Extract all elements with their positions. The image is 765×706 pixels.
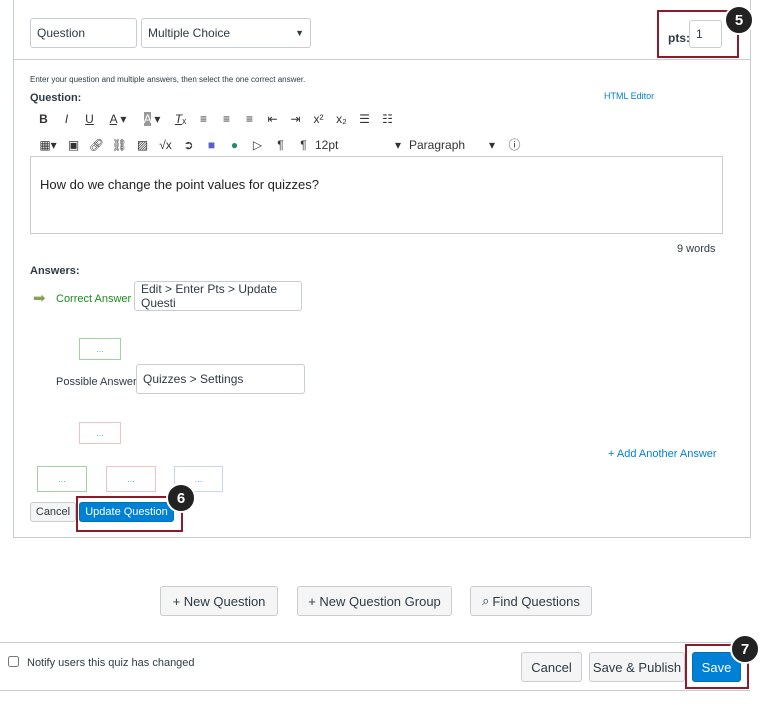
notify-users-label: Notify users this quiz has changed <box>27 657 195 669</box>
accessibility-checker-icon[interactable]: ⓘ <box>503 136 526 153</box>
search-icon: ⌕ <box>482 593 490 608</box>
toolbar-row-1: BIUA ▾ A ▾ Tₓ ≡ ≡ ≡ ⇤ ⇥ x² x₂ ☰ ☷ <box>32 112 399 126</box>
pts-label: pts: <box>668 31 690 45</box>
toolbar-row-2: ▦▾ ▣ 🔗︎ ⛓ ▨ √x ➲ ■ ● ▷ ¶ ¶ 12pt ▾ Paragraph ▾ ⓘ <box>34 136 526 153</box>
clear-formatting-icon[interactable]: Tₓ <box>169 112 192 126</box>
callout-badge-5: 5 <box>724 5 754 35</box>
ltr-icon[interactable]: ¶ <box>269 138 292 152</box>
question-label: Question: <box>30 92 82 104</box>
question-type-value: Multiple Choice <box>148 26 231 40</box>
points-input[interactable]: 1 <box>689 20 722 48</box>
html-editor-link[interactable]: HTML Editor <box>604 91 654 101</box>
align-center-icon[interactable]: ≡ <box>215 112 238 126</box>
font-size-value: 12pt <box>315 137 339 152</box>
embed-icon[interactable]: ➲ <box>177 138 200 152</box>
cancel-button[interactable]: Cancel <box>521 652 582 682</box>
question-text: How do we change the point values for qu… <box>40 177 319 192</box>
chevron-down-icon: ▼ <box>295 28 304 38</box>
superscript-icon[interactable]: x² <box>307 112 330 126</box>
block-format-select[interactable]: Paragraph ▾ <box>409 138 503 152</box>
rtl-icon[interactable]: ¶ <box>292 138 315 152</box>
callout-badge-6: 6 <box>166 483 196 513</box>
correct-answer-label: Correct Answer <box>56 293 132 305</box>
save-publish-button[interactable]: Save & Publish <box>589 652 685 682</box>
incorrect-comment-button[interactable]: ... <box>106 466 156 492</box>
answer-comment-button[interactable]: ... <box>79 422 121 444</box>
media-icon[interactable]: ▣ <box>62 138 85 152</box>
word-count: 9 words <box>677 243 716 255</box>
italic-icon[interactable]: I <box>55 112 78 126</box>
indent-icon[interactable]: ⇥ <box>284 112 307 126</box>
possible-answer-input[interactable]: Quizzes > Settings <box>136 364 305 394</box>
correct-answer-input[interactable]: Edit > Enter Pts > Update Questi <box>134 281 302 311</box>
record-media-icon[interactable]: ▷ <box>246 138 269 152</box>
new-question-button[interactable]: + New Question <box>160 586 278 616</box>
background-color-icon[interactable]: A ▾ <box>135 112 169 126</box>
answers-label: Answers: <box>30 265 80 277</box>
answer-comment-button[interactable]: ... <box>79 338 121 360</box>
unlink-icon[interactable]: ⛓ <box>108 138 131 152</box>
bullet-list-icon[interactable]: ☰ <box>353 112 376 126</box>
possible-answer-label: Possible Answer <box>56 376 137 388</box>
notify-users-checkbox[interactable] <box>8 656 19 667</box>
outdent-icon[interactable]: ⇤ <box>261 112 284 126</box>
subscript-icon[interactable]: x₂ <box>330 112 353 126</box>
update-question-button[interactable]: Update Question <box>79 502 174 522</box>
find-questions-label: Find Questions <box>492 593 580 609</box>
image-icon[interactable]: ▨ <box>131 138 154 152</box>
arrow-right-icon: ➡ <box>33 290 46 307</box>
correct-comment-button[interactable]: ... <box>37 466 87 492</box>
callout-badge-7: 7 <box>730 634 760 664</box>
underline-icon[interactable]: U <box>78 112 101 126</box>
question-type-select[interactable]: Multiple Choice ▼ <box>141 18 311 48</box>
equation-icon[interactable]: √x <box>154 138 177 152</box>
teams-icon[interactable]: ■ <box>200 138 223 152</box>
cancel-question-button[interactable]: Cancel <box>30 502 76 522</box>
instructions: Enter your question and multiple answers… <box>30 75 306 84</box>
find-questions-button[interactable]: ⌕ Find Questions <box>470 586 592 616</box>
text-color-icon[interactable]: A ▾ <box>101 112 135 126</box>
table-icon[interactable]: ▦▾ <box>34 138 62 152</box>
numbered-list-icon[interactable]: ☷ <box>376 112 399 126</box>
bold-icon[interactable]: B <box>32 112 55 126</box>
footer-divider <box>0 690 750 691</box>
link-icon[interactable]: 🔗︎ <box>85 138 108 152</box>
new-question-group-button[interactable]: + New Question Group <box>297 586 452 616</box>
align-right-icon[interactable]: ≡ <box>238 112 261 126</box>
add-another-answer-link[interactable]: + Add Another Answer <box>608 448 717 460</box>
block-format-value: Paragraph <box>409 137 466 152</box>
footer-divider <box>0 642 750 643</box>
question-text-editor[interactable]: How do we change the point values for qu… <box>30 156 723 234</box>
align-left-icon[interactable]: ≡ <box>192 112 215 126</box>
location-icon[interactable]: ● <box>223 138 246 152</box>
font-size-select[interactable]: 12pt ▾ <box>315 138 409 152</box>
question-name-input[interactable]: Question <box>30 18 137 48</box>
